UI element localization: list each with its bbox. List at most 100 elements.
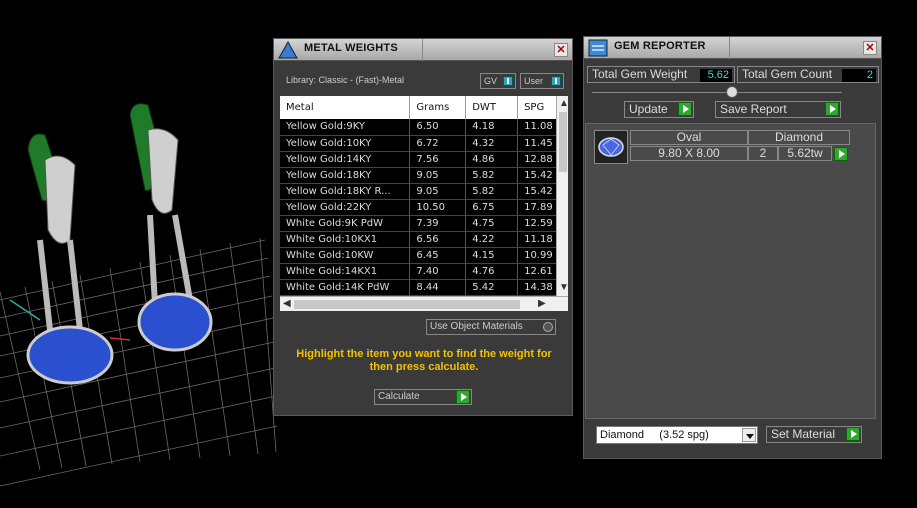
table-cell: 9.05 [409, 167, 467, 184]
table-cell: 7.39 [409, 215, 467, 232]
total-gem-count-label: Total Gem Count [742, 67, 833, 81]
material-select[interactable]: Diamond (3.52 spg) [596, 426, 758, 444]
table-cell: White Gold:10KW [280, 247, 411, 264]
table-cell: White Gold:14KX1 [280, 263, 411, 280]
save-report-arrow-icon[interactable] [825, 102, 839, 116]
use-object-materials-toggle[interactable]: Use Object Materials [426, 319, 556, 335]
save-report-button[interactable]: Save Report [715, 101, 841, 118]
table-cell: Yellow Gold:10KY [280, 135, 411, 152]
scroll-down-icon[interactable]: ▼ [559, 282, 568, 294]
table-header-row: Metal Grams DWT SPG [280, 96, 568, 119]
table-cell: Yellow Gold:14KY [280, 151, 411, 168]
scroll-up-icon[interactable]: ▲ [559, 98, 568, 110]
update-button[interactable]: Update [624, 101, 694, 118]
save-report-label: Save Report [720, 102, 787, 116]
metal-weights-table[interactable]: Metal Grams DWT SPG Yellow Gold:9KY 6.50 4… [280, 96, 568, 311]
gem-weight: 5.62tw [778, 146, 832, 161]
table-row[interactable]: Yellow Gold:18KY R... 9.05 5.82 15.42 [280, 183, 568, 200]
set-material-arrow-icon[interactable] [846, 427, 860, 441]
set-material-button[interactable]: Set Material [766, 426, 862, 443]
table-row[interactable]: White Gold:9K PdW 7.39 4.75 12.59 [280, 215, 568, 232]
column-header-metal[interactable]: Metal [280, 96, 411, 119]
table-cell: White Gold:9K PdW [280, 215, 411, 232]
library-label: Library: Classic - (Fast)-Metal [286, 75, 405, 85]
set-material-label: Set Material [771, 427, 836, 441]
calculate-button[interactable]: Calculate [374, 389, 472, 405]
table-cell: 4.76 [465, 263, 519, 280]
table-cell: 6.72 [409, 135, 467, 152]
column-header-dwt[interactable]: DWT [465, 96, 519, 119]
table-cell: 10.50 [409, 199, 467, 216]
user-toggle[interactable]: User [520, 73, 564, 89]
scroll-left-icon[interactable]: ◀ [283, 298, 291, 310]
metal-weights-titlebar[interactable]: METAL WEIGHTS ✕ [274, 39, 572, 61]
gem-thumbnail [594, 130, 628, 164]
table-row[interactable]: Yellow Gold:14KY 7.56 4.86 12.88 [280, 151, 568, 168]
total-gem-count: Total Gem Count 2 [737, 66, 879, 83]
table-row[interactable]: White Gold:14K PdW 8.44 5.42 14.38 [280, 279, 568, 296]
column-header-grams[interactable]: Grams [409, 96, 467, 119]
size-slider-knob[interactable] [726, 86, 738, 98]
table-row[interactable]: White Gold:10KW 6.45 4.15 10.99 [280, 247, 568, 264]
table-cell: 6.56 [409, 231, 467, 248]
gem-select-arrow-icon[interactable] [834, 147, 848, 161]
table-cell: 4.32 [465, 135, 519, 152]
use-object-materials-radio[interactable] [543, 322, 553, 332]
gem-reporter-title: GEM REPORTER [614, 40, 706, 52]
gem-list[interactable]: Oval Diamond 9.80 X 8.00 2 5.62tw [585, 123, 876, 419]
metal-weights-panel: METAL WEIGHTS ✕ Library: Classic - (Fast… [273, 38, 573, 416]
titlebar-divider [422, 39, 423, 61]
table-cell: Yellow Gold:9KY [280, 119, 411, 136]
oval-gem-icon [598, 137, 624, 157]
table-cell: Yellow Gold:22KY [280, 199, 411, 216]
table-cell: Yellow Gold:18KY R... [280, 183, 411, 200]
total-gem-weight-label: Total Gem Weight [592, 67, 688, 81]
gem-size: 9.80 X 8.00 [630, 146, 748, 161]
total-gem-weight: Total Gem Weight 5.62 [587, 66, 735, 83]
table-cell: 9.05 [409, 183, 467, 200]
metal-weights-icon [278, 40, 298, 59]
table-cell: Yellow Gold:18KY [280, 167, 411, 184]
gem-material: Diamond [748, 130, 850, 145]
table-cell: 4.22 [465, 231, 519, 248]
vertical-scroll-thumb[interactable] [559, 112, 567, 172]
horizontal-scroll-thumb[interactable] [294, 300, 520, 309]
update-arrow-icon[interactable] [678, 102, 692, 116]
metal-weights-close-button[interactable]: ✕ [554, 43, 568, 57]
calculate-arrow-icon[interactable] [456, 390, 470, 404]
table-cell: 8.44 [409, 279, 467, 296]
material-select-value: Diamond (3.52 spg) [600, 429, 709, 441]
table-vertical-scrollbar[interactable]: ▲ ▼ [556, 96, 568, 296]
metal-weights-hint: Highlight the item you want to find the … [296, 348, 552, 373]
table-row[interactable]: Yellow Gold:22KY 10.50 6.75 17.89 [280, 199, 568, 216]
user-toggle-label: User [524, 76, 544, 86]
scroll-right-icon[interactable]: ▶ [538, 298, 546, 310]
table-cell: 4.18 [465, 119, 519, 136]
metal-weights-title: METAL WEIGHTS [304, 42, 398, 54]
gv-toggle-switch[interactable] [503, 76, 513, 86]
table-cell: 5.82 [465, 167, 519, 184]
gem-shape: Oval [630, 130, 748, 145]
gem-count: 2 [748, 146, 778, 161]
table-cell: 4.15 [465, 247, 519, 264]
table-row[interactable]: White Gold:14KX1 7.40 4.76 12.61 [280, 263, 568, 280]
user-toggle-switch[interactable] [551, 76, 561, 86]
table-cell: 7.40 [409, 263, 467, 280]
table-row[interactable]: Yellow Gold:9KY 6.50 4.18 11.08 [280, 119, 568, 136]
table-cell: 4.75 [465, 215, 519, 232]
gv-toggle-label: GV [484, 76, 498, 86]
gem-reporter-titlebar[interactable]: GEM REPORTER ✕ [584, 37, 881, 59]
gem-reporter-panel: GEM REPORTER ✕ Total Gem Weight 5.62 Tot… [583, 36, 882, 459]
gem-reporter-close-button[interactable]: ✕ [863, 41, 877, 55]
table-cell: 7.56 [409, 151, 467, 168]
table-row[interactable]: Yellow Gold:10KY 6.72 4.32 11.45 [280, 135, 568, 152]
table-row[interactable]: White Gold:10KX1 6.56 4.22 11.18 [280, 231, 568, 248]
table-cell: 6.75 [465, 199, 519, 216]
table-horizontal-scrollbar[interactable]: ◀ ▶ [280, 296, 568, 311]
table-cell: 6.50 [409, 119, 467, 136]
table-row[interactable]: Yellow Gold:18KY 9.05 5.82 15.42 [280, 167, 568, 184]
gv-toggle[interactable]: GV [480, 73, 516, 89]
chevron-down-icon[interactable] [742, 428, 756, 442]
size-slider-track[interactable] [592, 92, 842, 93]
use-object-materials-label: Use Object Materials [430, 321, 523, 332]
